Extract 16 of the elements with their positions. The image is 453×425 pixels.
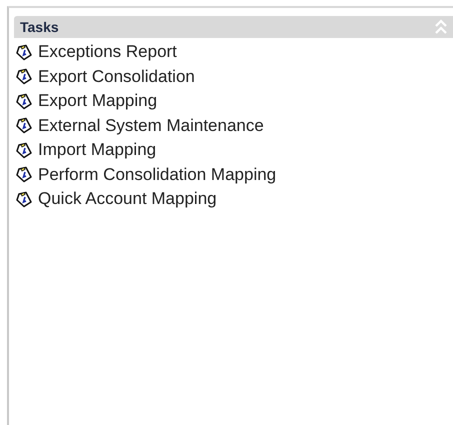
clipboard-icon	[15, 44, 32, 61]
task-link[interactable]: External System Maintenance	[15, 114, 264, 138]
task-link[interactable]: Exceptions Report	[15, 40, 177, 64]
clipboard-icon	[15, 68, 32, 86]
clipboard-icon	[15, 142, 32, 159]
panel-title: Tasks	[20, 19, 59, 35]
clipboard-icon	[15, 166, 32, 184]
task-link[interactable]: Export Mapping	[15, 89, 158, 114]
clipboard-icon	[15, 92, 32, 110]
task-link[interactable]: Perform Consolidation Mapping	[15, 162, 276, 187]
task-link[interactable]: Quick Account Mapping	[15, 187, 217, 212]
task-link[interactable]: Import Mapping	[15, 138, 156, 162]
task-link[interactable]: Export Consolidation	[15, 64, 195, 89]
clipboard-icon	[15, 190, 32, 208]
clipboard-icon	[15, 117, 32, 134]
collapse-icon[interactable]	[435, 19, 447, 35]
